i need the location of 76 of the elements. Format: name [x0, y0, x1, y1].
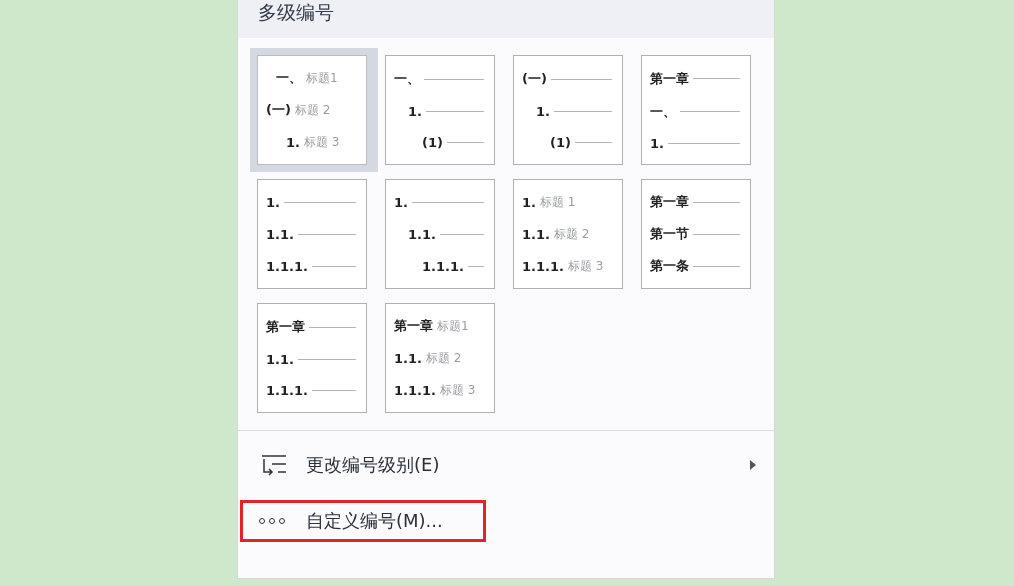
number-label: 1.1.: [266, 352, 294, 367]
heading-label: 标题 3: [304, 133, 340, 151]
number-label: 1.: [408, 104, 422, 119]
number-label: 1.1.1.: [522, 258, 564, 274]
number-label: 一、: [394, 70, 420, 88]
heading-label: 标题 1: [540, 193, 576, 211]
numbering-preset[interactable]: 第一章 第一节 第一条: [641, 179, 751, 289]
number-label: 1.1.: [394, 351, 422, 366]
placeholder-line: [693, 265, 740, 267]
placeholder-line: [693, 78, 740, 79]
number-label: (1): [550, 135, 571, 150]
placeholder-line: [693, 201, 740, 203]
placeholder-line: [550, 78, 612, 80]
placeholder-line: [284, 201, 356, 203]
number-label: 1.: [286, 134, 300, 150]
number-label: (1): [422, 135, 443, 150]
number-label: 1.: [266, 194, 280, 210]
placeholder-line: [311, 265, 356, 267]
heading-label: 标题1: [306, 69, 338, 87]
menu-label: 自定义编号(M)...: [306, 509, 443, 533]
number-label: 第一章: [394, 317, 433, 336]
placeholder-line: [467, 265, 484, 267]
menu-label: 更改编号级别(E): [306, 453, 441, 477]
numbering-preset[interactable]: 1. 1.1. 1.1.1.: [257, 179, 367, 289]
number-label: 1.: [394, 194, 408, 210]
number-label: 1.: [536, 104, 550, 119]
placeholder-line: [446, 142, 484, 143]
heading-label: 标题1: [437, 317, 469, 335]
placeholder-line: [554, 111, 612, 112]
number-label: (一): [266, 101, 291, 120]
heading-label: 标题 3: [439, 381, 476, 399]
number-label: 一、: [650, 102, 676, 121]
number-label: 1.1.1.: [422, 258, 464, 274]
number-label: 1.: [522, 194, 536, 210]
numbering-preset[interactable]: 第一章 标题1 1.1. 标题 2 1.1.1. 标题 3: [385, 303, 495, 413]
number-label: 1.1.: [266, 226, 294, 242]
numbering-preset[interactable]: (一) 1. (1): [513, 55, 623, 165]
placeholder-line: [426, 111, 484, 112]
numbering-preset[interactable]: 一、 标题1 (一) 标题 2 1. 标题 3: [257, 55, 367, 165]
number-label: (一): [522, 70, 547, 88]
number-label: 1.1.: [408, 226, 436, 242]
number-label: 1.1.: [522, 226, 550, 242]
numbering-preset[interactable]: 1. 1.1. 1.1.1.: [385, 179, 495, 289]
placeholder-line: [309, 326, 356, 328]
placeholder-line: [680, 111, 740, 112]
number-label: 第一章: [650, 69, 689, 88]
number-label: 第一条: [650, 257, 689, 275]
number-label: 1.1.1.: [266, 383, 308, 398]
numbering-preset[interactable]: 一、 1. (1): [385, 55, 495, 165]
number-label: 第一章: [650, 193, 689, 211]
placeholder-line: [693, 233, 740, 235]
menu-item[interactable]: 更改编号级别(E): [238, 445, 774, 485]
more-icon: [258, 517, 288, 525]
placeholder-line: [668, 142, 740, 144]
heading-label: 标题 2: [294, 102, 331, 119]
heading-label: 标题 2: [553, 225, 590, 243]
number-label: 1.1.1.: [266, 258, 308, 274]
number-label: 1.: [650, 135, 664, 151]
placeholder-line: [412, 201, 484, 203]
placeholder-line: [297, 233, 356, 235]
heading-label: 标题 3: [567, 257, 604, 275]
number-label: 1.1.1.: [394, 382, 436, 398]
numbering-preset[interactable]: 第一章 一、 1.: [641, 55, 751, 165]
panel-title: 多级编号: [258, 0, 334, 25]
number-label: 一、: [276, 69, 302, 88]
number-label: 第一节: [650, 225, 689, 243]
heading-label: 标题 2: [425, 350, 462, 367]
numbering-preset[interactable]: 第一章 1.1. 1.1.1.: [257, 303, 367, 413]
numbering-preset[interactable]: 1. 标题 1 1.1. 标题 2 1.1.1. 标题 3: [513, 179, 623, 289]
placeholder-line: [424, 78, 484, 80]
placeholder-line: [439, 233, 484, 235]
placeholder-line: [297, 359, 356, 360]
number-label: 第一章: [266, 318, 305, 336]
menu-item[interactable]: 自定义编号(M)...: [238, 501, 774, 541]
placeholder-line: [574, 142, 612, 143]
placeholder-line: [311, 390, 356, 391]
